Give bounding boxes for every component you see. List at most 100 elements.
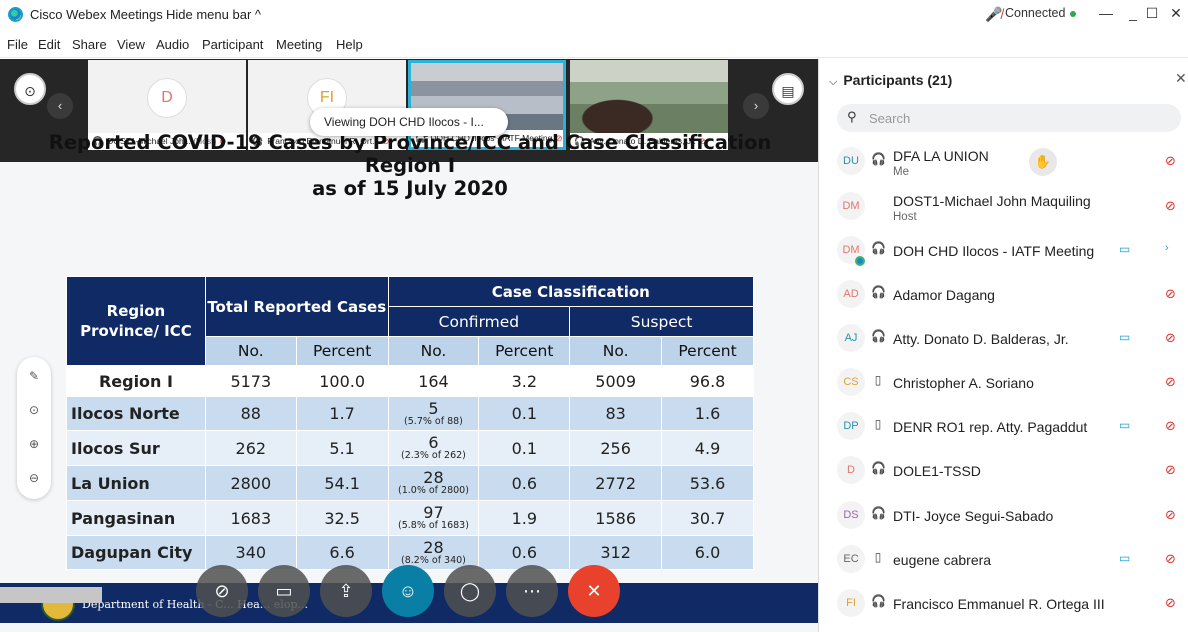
- participants-title-text: Participants (21): [843, 72, 953, 88]
- stop-video-button[interactable]: ▭: [258, 565, 310, 617]
- muted-mic-icon[interactable]: ⊘: [1165, 507, 1176, 523]
- avatar: CS: [837, 368, 865, 396]
- search-input[interactable]: [869, 108, 1169, 128]
- zoom-out-icon[interactable]: ⊖: [17, 471, 51, 485]
- raise-hand-button[interactable]: ✋: [1029, 148, 1057, 176]
- muted-mic-icon[interactable]: ⊘: [1165, 198, 1176, 214]
- hide-menu-bar-button[interactable]: Hide menu bar ^: [166, 7, 261, 22]
- total-no: 88: [204, 396, 297, 431]
- participant-row[interactable]: AD 🎧 Adamor Dagang ⊘: [819, 273, 1188, 317]
- avatar: AD: [837, 280, 865, 308]
- annotate-icon[interactable]: ✎: [17, 369, 51, 383]
- webex-logo-icon: [8, 7, 23, 22]
- menu-participant[interactable]: Participant: [202, 37, 263, 52]
- zoom-in-icon[interactable]: ⊕: [17, 437, 51, 451]
- muted-mic-icon[interactable]: ⊘: [1165, 153, 1176, 169]
- share-icon: ⇪: [338, 581, 354, 601]
- table-row: Ilocos Norte 88 1.7 5 (5.7% of 88) 0.1 83…: [66, 396, 754, 431]
- phone-icon: ▯: [874, 373, 882, 387]
- menu-share[interactable]: Share: [72, 37, 107, 52]
- confirmed-cell: 28 (1.0% of 2800): [387, 465, 480, 501]
- share-button[interactable]: ⇪: [320, 565, 372, 617]
- muted-mic-icon[interactable]: ⊘: [1165, 286, 1176, 302]
- presenter-badge-icon: [855, 256, 865, 266]
- confirmed-percent: 0.6: [478, 535, 571, 570]
- maximize-button[interactable]: ☐: [1140, 2, 1164, 24]
- participant-row[interactable]: DM DOST1-Michael John Maquiling Host ⊘: [819, 185, 1188, 229]
- participant-row[interactable]: AJ 🎧 Atty. Donato D. Balderas, Jr. ▭ ⊘: [819, 317, 1188, 361]
- header-percent: Percent: [478, 336, 571, 366]
- participant-name: Christopher A. Soriano: [893, 375, 1034, 391]
- layout-switch-icon[interactable]: ▤: [772, 73, 804, 105]
- muted-mic-icon[interactable]: ⊘: [1165, 462, 1176, 478]
- remote-control-icon[interactable]: ⊙: [17, 403, 51, 417]
- chevron-right-icon[interactable]: ›: [1165, 242, 1169, 254]
- confirmed-no: 5: [428, 398, 439, 418]
- participant-row[interactable]: D 🎧 DOLE1-TSSD ⊘: [819, 449, 1188, 493]
- avatar: DP: [837, 412, 865, 440]
- header-case-classification: Case Classification: [387, 276, 755, 307]
- participant-name: DTI- Joyce Segui-Sabado: [893, 508, 1054, 524]
- row-name: Dagupan City: [66, 535, 206, 570]
- participant-row[interactable]: DU 🎧 DFA LA UNION Me ✋ ⊘: [819, 140, 1188, 184]
- participant-row[interactable]: EC ▯ eugene cabrera ▭ ⊘: [819, 538, 1188, 582]
- muted-mic-icon: 🎤̸: [985, 6, 1003, 22]
- participant-row[interactable]: DM 🎧 DOH CHD Ilocos - IATF Meeting ▭ ›: [819, 229, 1188, 273]
- confirmed-no: 28: [423, 468, 444, 487]
- video-on-icon: ▭: [1119, 242, 1131, 256]
- confirmed-no: 97: [423, 503, 444, 522]
- avatar: FI: [837, 589, 865, 617]
- close-panel-button[interactable]: ✕: [1175, 70, 1187, 87]
- filmstrip-next-button[interactable]: ›: [743, 93, 769, 119]
- menu-audio[interactable]: Audio: [156, 37, 189, 52]
- menu-edit[interactable]: Edit: [38, 37, 60, 52]
- more-options-button[interactable]: ⋯: [506, 565, 558, 617]
- participant-name: Francisco Emmanuel R. Ortega III: [893, 596, 1105, 612]
- participants-button[interactable]: ☺: [382, 565, 434, 617]
- table-row: Pangasinan 1683 32.5 97 (5.8% of 1683) 1.…: [66, 500, 754, 536]
- close-window-button[interactable]: ✕: [1164, 2, 1188, 24]
- total-percent: 5.1: [295, 430, 389, 466]
- chat-button[interactable]: ◯: [444, 565, 496, 617]
- menu-file[interactable]: File: [7, 37, 28, 52]
- header-no: No.: [387, 336, 480, 366]
- suspect-percent: 53.6: [661, 465, 754, 501]
- minimize-button[interactable]: —: [1094, 2, 1118, 24]
- participant-row[interactable]: CS ▯ Christopher A. Soriano ⊘: [819, 361, 1188, 405]
- muted-mic-icon[interactable]: ⊘: [1165, 374, 1176, 390]
- mute-button[interactable]: ⊘: [196, 565, 248, 617]
- muted-mic-icon[interactable]: ⊘: [1165, 551, 1176, 567]
- row-name: Ilocos Norte: [66, 396, 206, 431]
- muted-mic-icon[interactable]: ⊘: [1165, 595, 1176, 611]
- phone-icon: ▯: [874, 417, 882, 431]
- confirmed-cell: 5 (5.7% of 88): [387, 396, 480, 431]
- participant-row[interactable]: DP ▯ DENR RO1 rep. Atty. Pagaddut ▭ ⊘: [819, 405, 1188, 449]
- total-percent: 32.5: [295, 500, 389, 536]
- confirmed-percent: 0.1: [478, 396, 571, 431]
- participant-role: Me: [893, 166, 909, 178]
- layout-info-icon[interactable]: ⊙: [14, 73, 46, 105]
- participants-title[interactable]: ⌵ Participants (21): [829, 72, 952, 89]
- confirmed-note: (1.0% of 2800): [398, 485, 469, 496]
- participant-row[interactable]: DS 🎧 DTI- Joyce Segui-Sabado ⊘: [819, 494, 1188, 538]
- muted-mic-icon[interactable]: ⊘: [1165, 330, 1176, 346]
- headset-icon: 🎧: [871, 285, 886, 299]
- confirmed-note: (5.7% of 88): [404, 415, 463, 427]
- slide-title: Reported COVID-19 Cases by Province/ICC …: [0, 131, 820, 200]
- search-icon: ⚲: [847, 109, 857, 124]
- menu-help[interactable]: Help: [336, 37, 363, 52]
- tile-avatar: D: [147, 78, 187, 118]
- participant-row[interactable]: FI 🎧 Francisco Emmanuel R. Ortega III ⊘: [819, 582, 1188, 626]
- menu-meeting[interactable]: Meeting: [276, 37, 322, 52]
- confirmed-percent: 3.2: [478, 365, 571, 397]
- muted-mic-icon[interactable]: ⊘: [1165, 418, 1176, 434]
- confirmed-note: (8.2% of 340): [401, 554, 466, 566]
- participant-search: ⚲: [837, 104, 1181, 132]
- filmstrip-prev-button[interactable]: ‹: [47, 93, 73, 119]
- header-total: Total Reported Cases: [204, 276, 389, 337]
- video-on-icon: ▭: [1119, 330, 1131, 344]
- suspect-percent: 6.0: [661, 535, 754, 570]
- menu-view[interactable]: View: [117, 37, 145, 52]
- viewing-share-label[interactable]: Viewing DOH CHD Ilocos - I...: [310, 108, 508, 136]
- leave-meeting-button[interactable]: ✕: [568, 565, 620, 617]
